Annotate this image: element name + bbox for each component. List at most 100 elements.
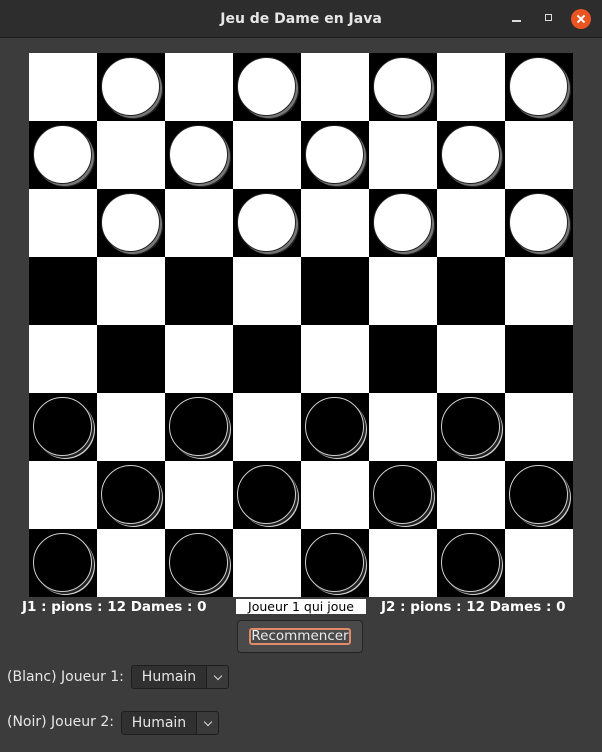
board-square[interactable] [233, 529, 301, 597]
board-square[interactable] [369, 325, 437, 393]
white-piece[interactable] [305, 125, 364, 184]
board-square[interactable] [301, 325, 369, 393]
black-piece[interactable] [33, 533, 92, 592]
black-piece[interactable] [509, 465, 568, 524]
black-piece[interactable] [169, 533, 228, 592]
board-square[interactable] [165, 325, 233, 393]
board-square[interactable] [233, 189, 301, 257]
white-piece[interactable] [509, 193, 568, 252]
board-square[interactable] [369, 189, 437, 257]
black-piece[interactable] [33, 397, 92, 456]
board-square[interactable] [29, 121, 97, 189]
player1-select-value[interactable]: Humain [131, 665, 207, 689]
board-square[interactable] [301, 529, 369, 597]
board-square[interactable] [301, 393, 369, 461]
player1-select[interactable]: Humain [131, 665, 229, 689]
board-square[interactable] [165, 53, 233, 121]
title-bar[interactable]: Jeu de Dame en Java [0, 0, 602, 38]
white-piece[interactable] [33, 125, 92, 184]
board-square[interactable] [233, 393, 301, 461]
board-square[interactable] [369, 393, 437, 461]
minimize-icon[interactable] [506, 9, 526, 29]
board-square[interactable] [29, 257, 97, 325]
black-piece[interactable] [441, 397, 500, 456]
white-piece[interactable] [237, 57, 296, 116]
board-square[interactable] [437, 461, 505, 529]
board-square[interactable] [437, 393, 505, 461]
board-square[interactable] [437, 257, 505, 325]
board-square[interactable] [301, 53, 369, 121]
white-piece[interactable] [373, 193, 432, 252]
board-square[interactable] [437, 189, 505, 257]
board-square[interactable] [301, 189, 369, 257]
player2-dropdown-button[interactable] [197, 711, 219, 735]
board-square[interactable] [29, 325, 97, 393]
board-square[interactable] [505, 529, 573, 597]
board-square[interactable] [97, 461, 165, 529]
board-square[interactable] [505, 393, 573, 461]
black-piece[interactable] [237, 465, 296, 524]
board-square[interactable] [505, 257, 573, 325]
board-square[interactable] [29, 461, 97, 529]
board-square[interactable] [29, 53, 97, 121]
board-square[interactable] [233, 53, 301, 121]
white-piece[interactable] [237, 193, 296, 252]
board-square[interactable] [437, 529, 505, 597]
board-square[interactable] [165, 461, 233, 529]
board-square[interactable] [505, 325, 573, 393]
restart-button[interactable]: Recommencer [237, 620, 363, 653]
board-square[interactable] [97, 257, 165, 325]
board-square[interactable] [233, 461, 301, 529]
board-square[interactable] [505, 121, 573, 189]
board-square[interactable] [369, 461, 437, 529]
board-square[interactable] [165, 529, 233, 597]
board-square[interactable] [97, 393, 165, 461]
board-square[interactable] [233, 257, 301, 325]
board-square[interactable] [437, 121, 505, 189]
board-square[interactable] [505, 53, 573, 121]
white-piece[interactable] [101, 193, 160, 252]
board-square[interactable] [97, 325, 165, 393]
board-square[interactable] [301, 121, 369, 189]
board-square[interactable] [165, 393, 233, 461]
black-piece[interactable] [101, 465, 160, 524]
white-piece[interactable] [169, 125, 228, 184]
board-square[interactable] [301, 461, 369, 529]
white-piece[interactable] [509, 57, 568, 116]
checkers-board[interactable] [29, 53, 573, 597]
black-piece[interactable] [373, 465, 432, 524]
close-icon[interactable] [571, 9, 591, 29]
board-square[interactable] [97, 121, 165, 189]
maximize-icon[interactable] [539, 9, 559, 29]
board-square[interactable] [369, 257, 437, 325]
board-square[interactable] [505, 461, 573, 529]
white-piece[interactable] [101, 57, 160, 116]
board-square[interactable] [29, 529, 97, 597]
player1-dropdown-button[interactable] [207, 665, 229, 689]
board-square[interactable] [505, 189, 573, 257]
board-square[interactable] [165, 257, 233, 325]
black-piece[interactable] [169, 397, 228, 456]
board-square[interactable] [29, 189, 97, 257]
player2-select-value[interactable]: Humain [121, 711, 197, 735]
board-square[interactable] [301, 257, 369, 325]
board-square[interactable] [29, 393, 97, 461]
white-piece[interactable] [441, 125, 500, 184]
player2-select[interactable]: Humain [121, 711, 219, 735]
board-square[interactable] [369, 121, 437, 189]
board-square[interactable] [97, 189, 165, 257]
board-square[interactable] [437, 53, 505, 121]
board-square[interactable] [97, 529, 165, 597]
board-square[interactable] [165, 121, 233, 189]
black-piece[interactable] [305, 533, 364, 592]
board-square[interactable] [165, 189, 233, 257]
board-square[interactable] [437, 325, 505, 393]
board-square[interactable] [369, 529, 437, 597]
board-square[interactable] [233, 325, 301, 393]
board-square[interactable] [233, 121, 301, 189]
board-square[interactable] [369, 53, 437, 121]
black-piece[interactable] [441, 533, 500, 592]
white-piece[interactable] [373, 57, 432, 116]
black-piece[interactable] [305, 397, 364, 456]
board-square[interactable] [97, 53, 165, 121]
